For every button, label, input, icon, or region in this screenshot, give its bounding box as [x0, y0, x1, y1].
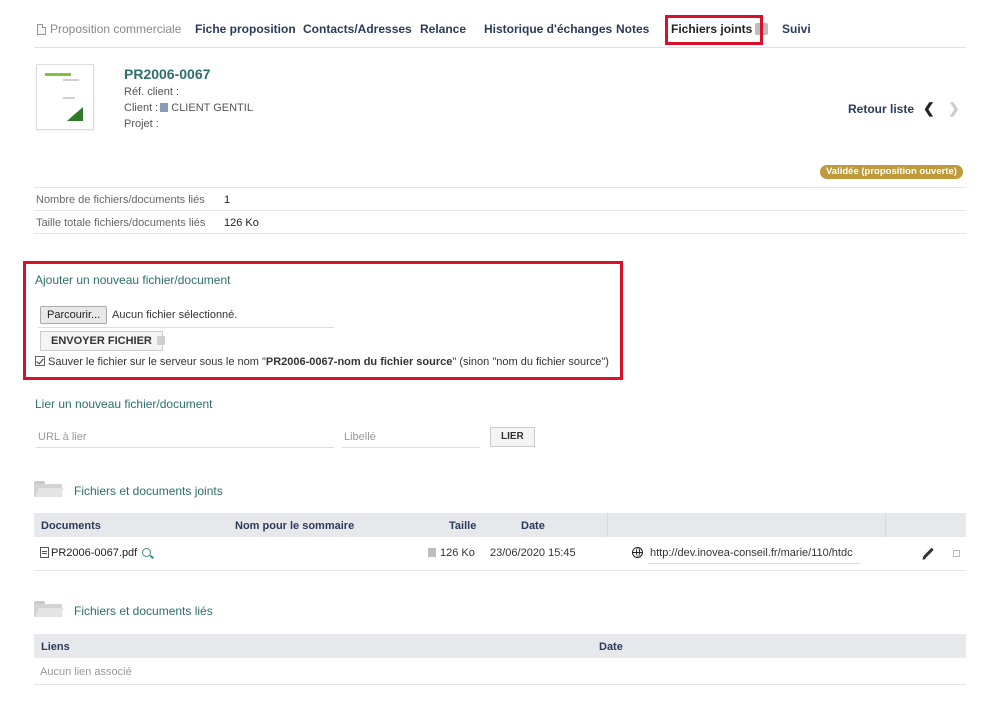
info-icon — [428, 548, 436, 557]
tab-bar: Proposition commerciale Fiche propositio… — [34, 14, 966, 48]
page-title: PR2006-0067 — [124, 66, 211, 82]
table-row: Aucun lien associé — [34, 658, 966, 685]
attached-files-title: Fichiers et documents joints — [74, 484, 223, 498]
url-input[interactable] — [36, 426, 334, 448]
send-file-button[interactable]: ENVOYER FICHIER — [40, 331, 163, 351]
column-documents[interactable]: Documents — [41, 520, 101, 532]
column-taille[interactable]: Taille — [449, 520, 476, 532]
file-link[interactable]: PR2006-0067.pdf — [40, 547, 152, 559]
stat-row: Nombre de fichiers/documents liés 1 — [34, 188, 966, 211]
browse-button[interactable]: Parcourir... — [40, 306, 108, 324]
no-file-selected-text: Aucun fichier sélectionné. — [112, 309, 238, 321]
tab-notes[interactable]: Notes — [616, 22, 649, 36]
link-button[interactable]: LIER — [490, 427, 535, 447]
file-date: 23/06/2020 15:45 — [490, 547, 576, 559]
upload-section-title: Ajouter un nouveau fichier/document — [35, 273, 231, 287]
stat-row: Taille totale fichiers/documents liés 12… — [34, 211, 966, 234]
pdf-icon — [40, 547, 49, 558]
previous-record-icon[interactable]: ❮ — [923, 100, 935, 117]
tab-proposition-commerciale[interactable]: Proposition commerciale — [37, 22, 181, 36]
save-filename-option[interactable]: Sauver le fichier sur le serveur sous le… — [35, 356, 609, 368]
file-input-underline — [38, 327, 334, 328]
tab-relance[interactable]: Relance — [420, 22, 466, 36]
folder-icon — [34, 601, 64, 617]
file-size: 126 Ko — [428, 547, 475, 559]
next-record-icon: ❯ — [948, 100, 960, 116]
document-thumbnail[interactable] — [36, 64, 94, 130]
label-input[interactable] — [342, 426, 480, 448]
back-to-list-link[interactable]: Retour liste — [848, 102, 914, 116]
attached-files-header: Documents Nom pour le sommaire Taille Da… — [34, 513, 966, 537]
tab-fiche-proposition[interactable]: Fiche proposition — [195, 22, 296, 36]
client-link[interactable]: CLIENT GENTIL — [171, 102, 253, 114]
preview-icon[interactable] — [142, 548, 152, 557]
info-icon — [157, 336, 165, 345]
status-badge: Validée (proposition ouverte) — [820, 165, 963, 179]
company-icon — [160, 103, 169, 112]
files-stats-table: Nombre de fichiers/documents liés 1 Tail… — [34, 187, 966, 234]
ref-client-line: Réf. client : — [124, 86, 180, 98]
tab-contacts-adresses[interactable]: Contacts/Adresses — [303, 22, 412, 36]
linked-files-header: Liens Date — [34, 634, 966, 658]
active-tab-highlight — [665, 15, 763, 45]
edit-icon[interactable] — [923, 547, 934, 559]
tab-historique[interactable]: Historique d'échanges — [484, 22, 612, 36]
public-url-field[interactable] — [648, 542, 860, 564]
document-icon — [37, 24, 46, 35]
no-links-text: Aucun lien associé — [40, 666, 132, 678]
save-filename-checkbox[interactable] — [35, 356, 45, 366]
column-liens[interactable]: Liens — [41, 641, 70, 653]
projet-line: Projet : — [124, 118, 159, 130]
expand-icon[interactable] — [953, 550, 960, 557]
folder-icon — [34, 481, 64, 497]
column-date[interactable]: Date — [599, 641, 623, 653]
globe-icon — [632, 547, 643, 558]
column-nom-sommaire[interactable]: Nom pour le sommaire — [235, 520, 354, 532]
client-line: Client : CLIENT GENTIL — [124, 102, 253, 114]
column-date[interactable]: Date — [521, 520, 545, 532]
tab-suivi[interactable]: Suivi — [782, 22, 811, 36]
table-row: PR2006-0067.pdf 126 Ko 23/06/2020 15:45 — [34, 537, 966, 571]
linked-files-title: Fichiers et documents liés — [74, 604, 213, 618]
link-section-title: Lier un nouveau fichier/document — [35, 397, 213, 411]
